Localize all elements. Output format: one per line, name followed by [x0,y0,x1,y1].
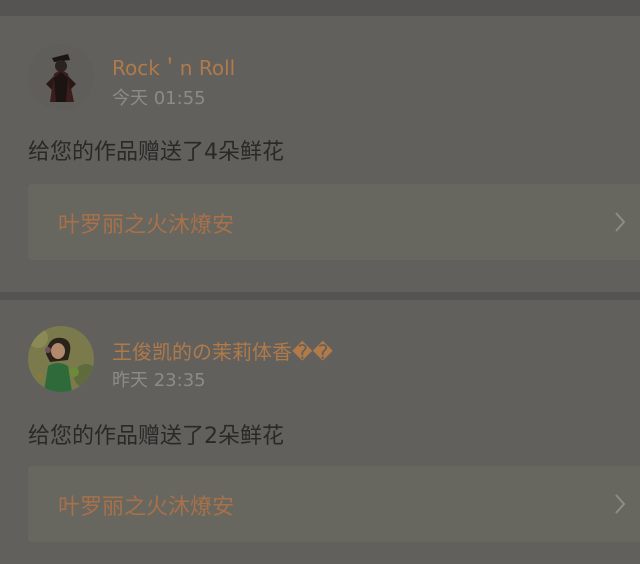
timestamp: 昨天 23:35 [112,370,206,391]
timestamp: 今天 01:55 [112,88,206,109]
top-spacer [0,0,640,16]
gift-message: 给您的作品赠送了4朵鲜花 [28,140,284,165]
dark-figure-avatar-icon [28,44,94,110]
work-link[interactable]: 叶罗丽之火沐燎安 [28,466,640,542]
work-title: 叶罗丽之火沐燎安 [58,495,235,520]
user-name[interactable]: Rock＇n Roll [112,52,235,81]
avatar[interactable] [28,44,94,110]
user-name[interactable]: 王俊凯的の茉莉体香�� [112,336,333,365]
card-divider [0,292,640,300]
notification-list: Rock＇n Roll 今天 01:55 给您的作品赠送了4朵鲜花 叶罗丽之火沐… [0,0,640,564]
avatar[interactable] [28,326,94,392]
work-title: 叶罗丽之火沐燎安 [58,213,235,238]
notification-card: 王俊凯的の茉莉体香�� 昨天 23:35 给您的作品赠送了2朵鲜花 叶罗丽之火沐… [0,300,640,564]
girl-in-green-avatar-icon [28,326,94,392]
gift-message: 给您的作品赠送了2朵鲜花 [28,424,284,449]
chevron-right-icon [615,494,626,514]
work-link[interactable]: 叶罗丽之火沐燎安 [28,184,640,260]
chevron-right-icon [615,212,626,232]
notification-card: Rock＇n Roll 今天 01:55 给您的作品赠送了4朵鲜花 叶罗丽之火沐… [0,16,640,292]
